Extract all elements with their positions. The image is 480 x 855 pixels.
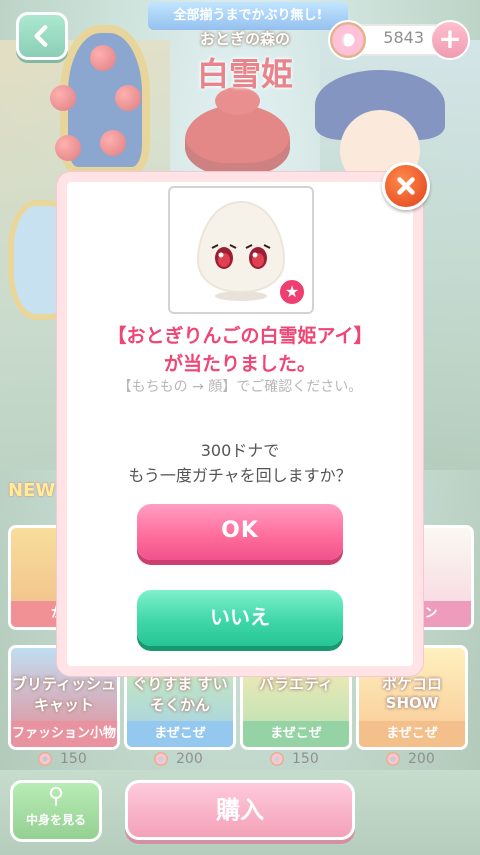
result-status: が当たりました。: [163, 353, 316, 375]
rice-ball-face-icon: [196, 200, 286, 301]
no-button[interactable]: いいえ: [137, 590, 343, 646]
result-item-name: 【おとぎりんごの白雪姫アイ】: [107, 325, 373, 347]
ok-button[interactable]: OK: [137, 504, 343, 560]
star-icon: ★: [278, 278, 306, 306]
result-message: 【おとぎりんごの白雪姫アイ】 が当たりました。: [67, 322, 413, 378]
prize-item-frame: ★: [168, 186, 314, 314]
close-icon: [397, 177, 415, 195]
retry-cost: 300ドナで: [200, 441, 280, 460]
confirm-hint: 【もちもの → 顔】でご確認ください。: [117, 379, 363, 395]
retry-prompt: もう一度ガチャを回しますか？: [128, 466, 352, 485]
close-button[interactable]: [382, 162, 430, 210]
retry-question: 300ドナで もう一度ガチャを回しますか？: [67, 438, 413, 488]
